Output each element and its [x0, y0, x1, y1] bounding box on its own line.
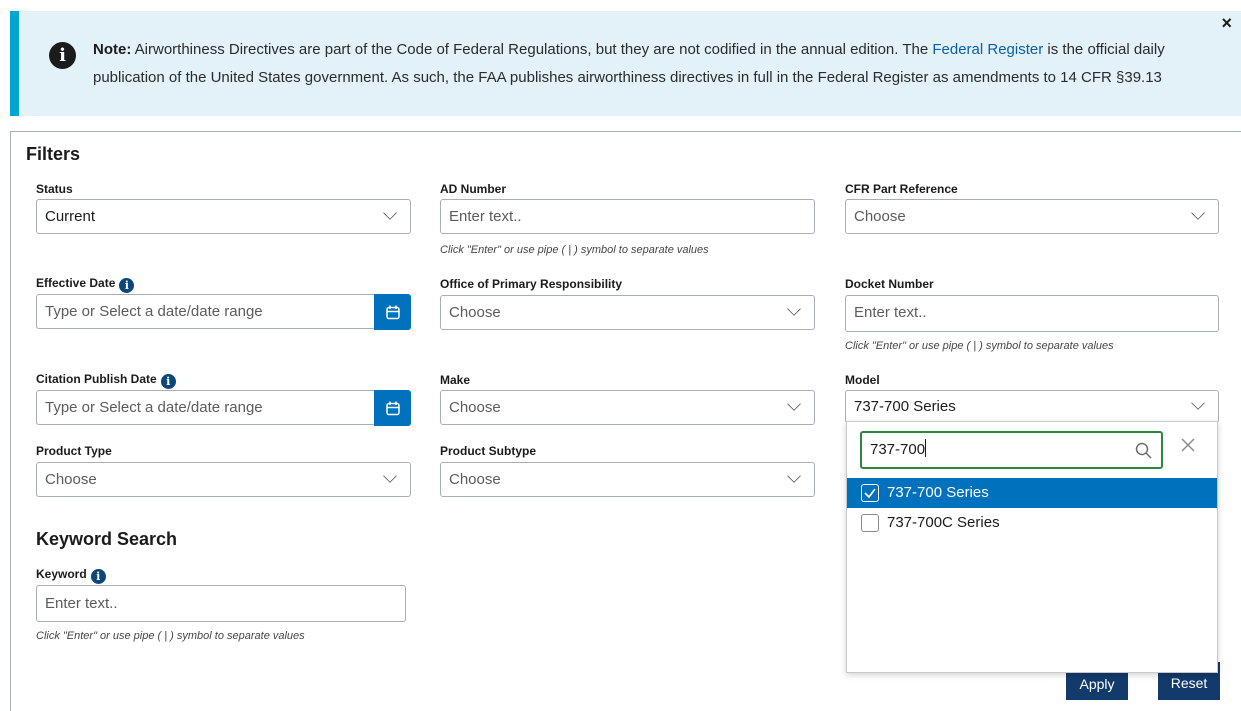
note-banner: i Note: Airworthiness Directives are par… [10, 11, 1241, 116]
chevron-down-icon [383, 206, 397, 220]
citation-date-input[interactable]: Type or Select a date/date range [36, 390, 375, 425]
filters-heading: Filters [26, 144, 81, 164]
effective-date-placeholder: Type or Select a date/date range [45, 303, 263, 320]
citation-date-placeholder: Type or Select a date/date range [45, 399, 263, 416]
chevron-down-icon [787, 469, 801, 483]
product-type-label: Product Type [36, 444, 112, 458]
make-placeholder: Choose [449, 399, 501, 416]
model-option-label: 737-700 Series [887, 484, 989, 501]
calendar-icon [385, 305, 400, 319]
chevron-down-icon [383, 469, 397, 483]
effective-date-input[interactable]: Type or Select a date/date range [36, 294, 375, 329]
info-icon[interactable]: i [119, 278, 135, 293]
product-subtype-select[interactable]: Choose [440, 462, 815, 497]
checkbox-unchecked[interactable] [861, 514, 879, 532]
ad-number-placeholder: Enter text.. [449, 208, 522, 225]
citation-date-label-text: Citation Publish Date [36, 372, 157, 386]
chevron-up-down-icon [1191, 396, 1205, 410]
chevron-down-icon [787, 302, 801, 316]
product-type-select[interactable]: Choose [36, 462, 411, 497]
chevron-down-icon [1191, 206, 1205, 220]
model-option[interactable]: 737-700 Series [847, 478, 1217, 508]
docket-label: Docket Number [845, 277, 934, 291]
checkmark-icon [864, 488, 876, 499]
keyword-hint: Click "Enter" or use pipe ( | ) symbol t… [36, 630, 305, 642]
info-icon[interactable]: i [90, 569, 106, 584]
model-label: Model [845, 373, 880, 387]
make-label: Make [440, 373, 471, 387]
note-text: Note: Airworthiness Directives are part … [93, 36, 1218, 92]
docket-input[interactable]: Enter text.. [845, 295, 1219, 332]
text-cursor [925, 439, 927, 457]
model-search-input[interactable]: 737-700 [860, 431, 1163, 469]
docket-hint: Click "Enter" or use pipe ( | ) symbol t… [845, 340, 1114, 352]
office-label: Office of Primary Responsibility [440, 277, 623, 291]
info-icon: i [49, 42, 76, 69]
effective-date-calendar-button[interactable] [374, 294, 411, 330]
search-icon [1135, 442, 1152, 459]
ad-number-input[interactable]: Enter text.. [440, 199, 815, 234]
effective-date-label: Effective Date i [36, 276, 135, 293]
model-search-value: 737-700 [870, 441, 926, 458]
effective-date-label-text: Effective Date [36, 276, 116, 290]
note-text-part-1: Airworthiness Directives are part of the… [134, 41, 929, 58]
citation-date-calendar-button[interactable] [374, 390, 411, 426]
close-note-icon[interactable]: × [1221, 13, 1232, 34]
office-select[interactable]: Choose [440, 295, 815, 330]
keyword-search-heading: Keyword Search [36, 529, 178, 549]
cfr-part-select[interactable]: Choose [845, 199, 1219, 234]
ad-number-hint: Click "Enter" or use pipe ( | ) symbol t… [440, 244, 709, 256]
keyword-label: Keyword i [36, 567, 106, 584]
keyword-input[interactable]: Enter text.. [36, 585, 406, 622]
chevron-down-icon [787, 397, 801, 411]
federal-register-link[interactable]: Federal Register [932, 41, 1043, 58]
model-select[interactable]: 737-700 Series [845, 390, 1219, 423]
cfr-part-placeholder: Choose [854, 208, 906, 225]
product-subtype-label: Product Subtype [440, 444, 537, 458]
clear-search-icon[interactable] [1181, 438, 1195, 452]
status-label: Status [36, 182, 73, 196]
model-value: 737-700 Series [854, 398, 956, 415]
keyword-placeholder: Enter text.. [45, 595, 118, 612]
ad-number-label: AD Number [440, 182, 507, 196]
keyword-label-text: Keyword [36, 567, 87, 581]
status-select[interactable]: Current [36, 199, 411, 234]
model-dropdown: 737-700 737-700 Series 737-700C Series [846, 421, 1218, 673]
model-option-label: 737-700C Series [887, 514, 1000, 531]
product-subtype-placeholder: Choose [449, 471, 501, 488]
calendar-icon [385, 401, 400, 415]
model-option[interactable]: 737-700C Series [847, 508, 1217, 538]
checkbox-checked[interactable] [861, 484, 879, 502]
make-select[interactable]: Choose [440, 390, 815, 425]
cfr-part-label: CFR Part Reference [845, 182, 958, 196]
citation-date-label: Citation Publish Date i [36, 372, 176, 389]
note-label: Note: [93, 41, 132, 58]
office-placeholder: Choose [449, 304, 501, 321]
info-icon[interactable]: i [160, 374, 176, 389]
product-type-placeholder: Choose [45, 471, 97, 488]
status-value: Current [45, 208, 96, 225]
docket-placeholder: Enter text.. [854, 304, 927, 321]
